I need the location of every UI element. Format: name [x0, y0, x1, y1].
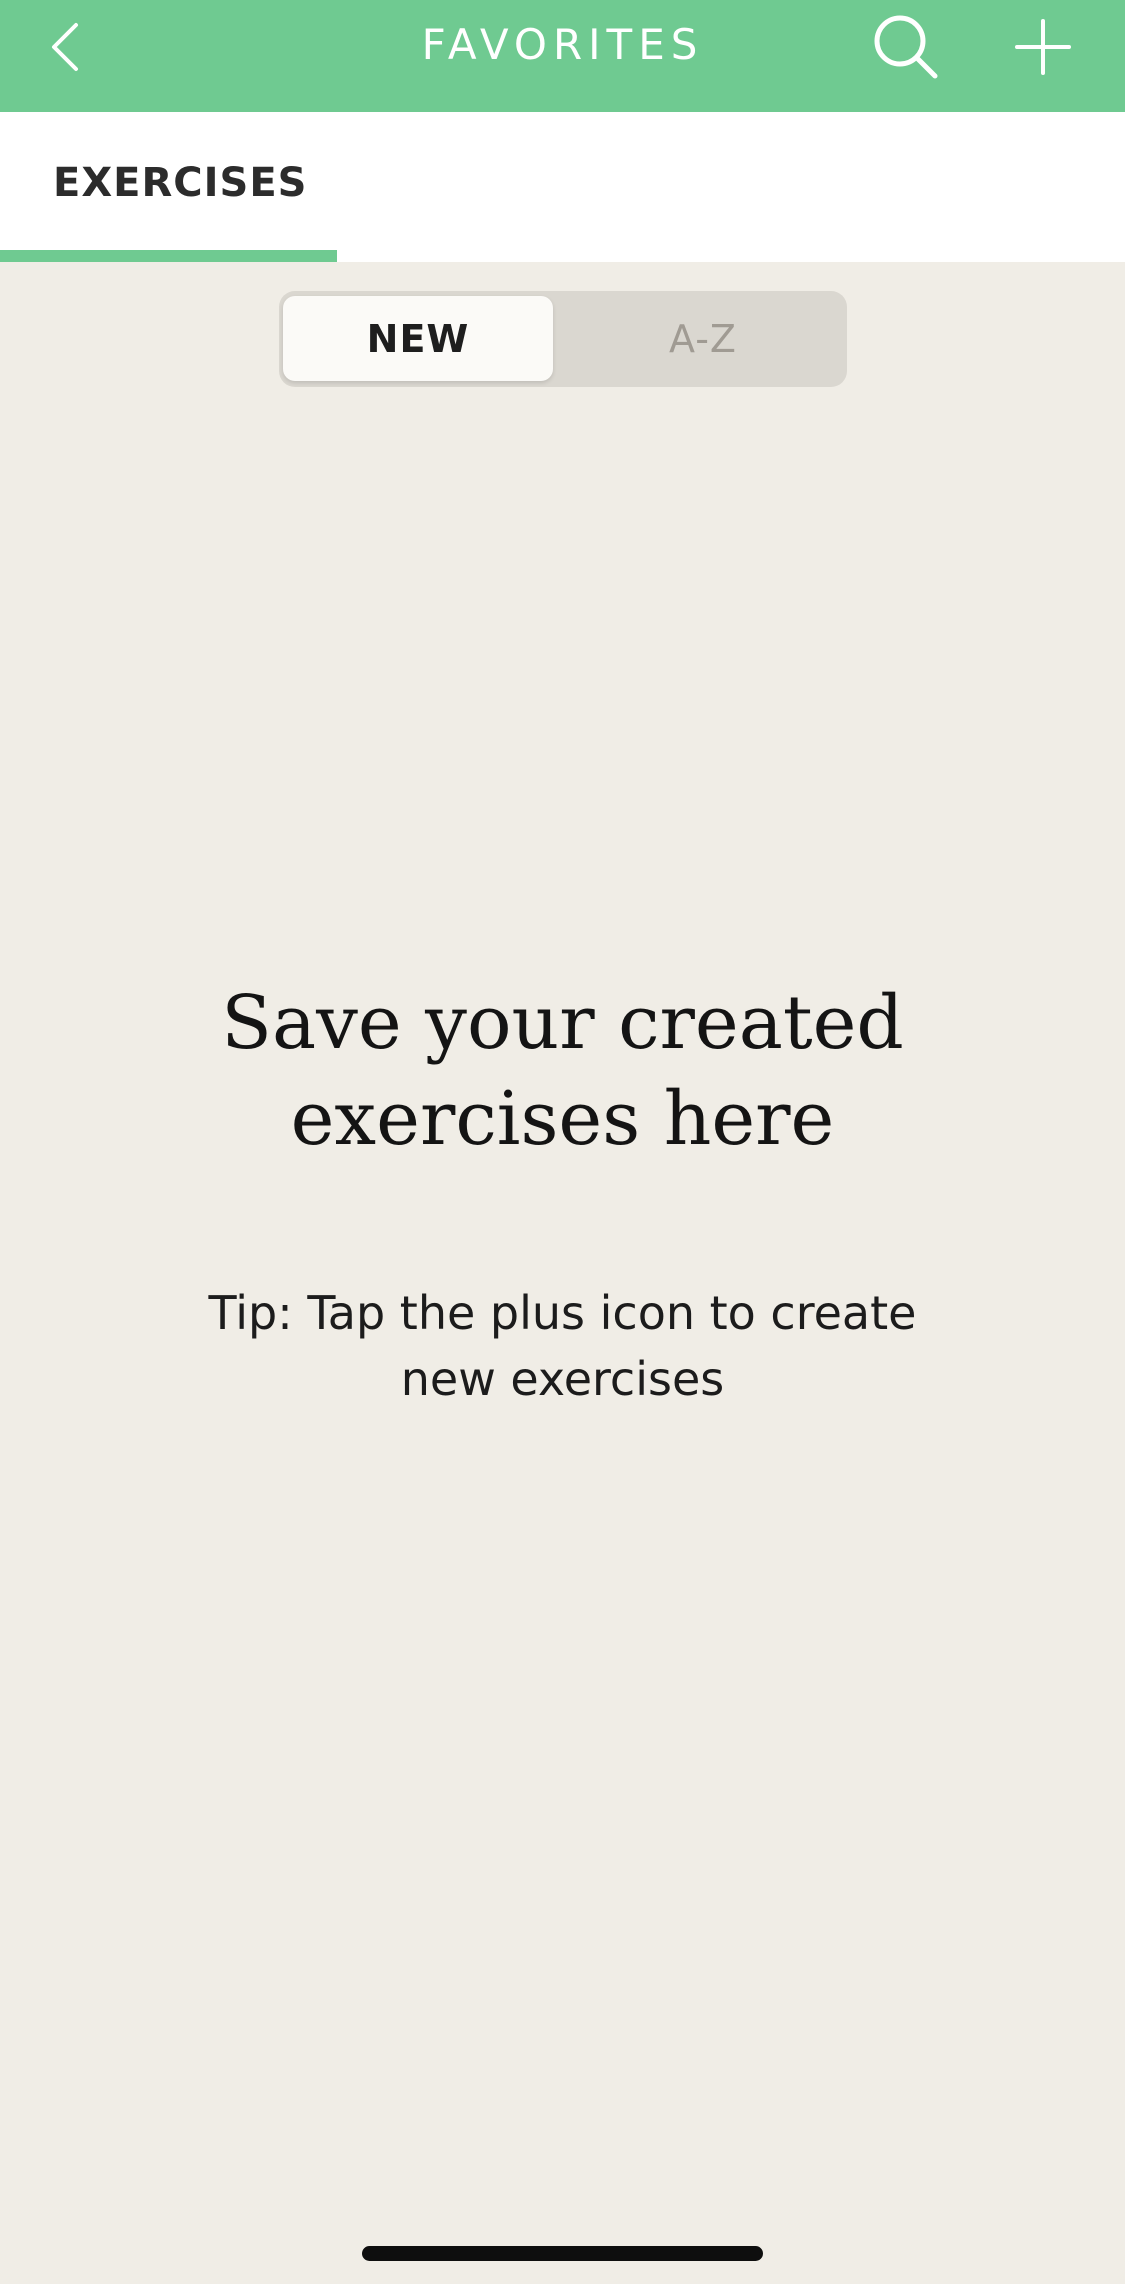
search-button[interactable]	[850, 0, 962, 94]
plus-icon	[1015, 19, 1071, 75]
sort-new-option[interactable]: NEW	[283, 296, 553, 381]
sort-az-label: A-Z	[669, 316, 737, 361]
active-tab-indicator	[0, 250, 337, 262]
home-indicator[interactable]	[362, 2246, 763, 2261]
sort-segmented-control: NEW A-Z	[279, 291, 847, 387]
tab-exercises[interactable]: EXERCISES	[0, 112, 337, 262]
sort-new-label: NEW	[366, 316, 470, 361]
empty-state-title: Save your created exercises here	[221, 980, 904, 1162]
tab-bar: EXERCISES	[0, 112, 1125, 262]
empty-state-tip: Tip: Tap the plus icon to create new exe…	[208, 1286, 917, 1406]
add-exercise-button[interactable]	[987, 0, 1099, 94]
top-app-bar: FAVORITES	[0, 0, 1125, 112]
sort-az-option[interactable]: A-Z	[563, 296, 843, 381]
search-icon	[874, 15, 938, 79]
tab-exercises-label: EXERCISES	[53, 160, 308, 206]
